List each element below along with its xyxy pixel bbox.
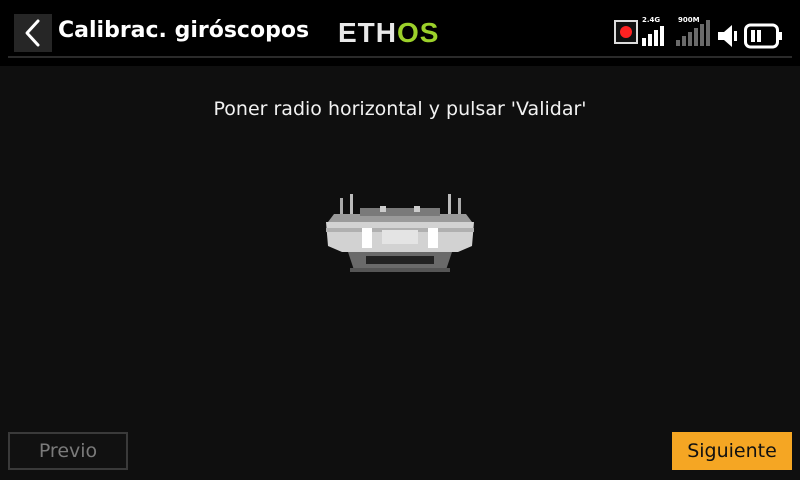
logo-text-white: ETH: [338, 17, 397, 48]
back-button[interactable]: [14, 14, 52, 52]
chevron-left-icon: [25, 19, 40, 47]
signal-bars-icon: [676, 20, 710, 46]
ethos-logo: ETHOS: [338, 18, 439, 48]
radio-transmitter-image: [326, 194, 474, 272]
speaker-icon[interactable]: [716, 20, 740, 52]
record-icon[interactable]: [614, 20, 638, 44]
logo-text-green: OS: [397, 17, 440, 48]
next-button[interactable]: Siguiente: [672, 432, 792, 470]
header-divider: [8, 56, 792, 58]
header-bar: Calibrac. giróscopos ETHOS 2.4G 900M: [0, 0, 800, 66]
page-title: Calibrac. giróscopos: [58, 18, 310, 43]
previous-button[interactable]: Previo: [8, 432, 128, 470]
instruction-text: Poner radio horizontal y pulsar 'Validar…: [213, 98, 587, 120]
battery-icon: [744, 23, 782, 49]
signal-bars-icon: [642, 26, 664, 46]
